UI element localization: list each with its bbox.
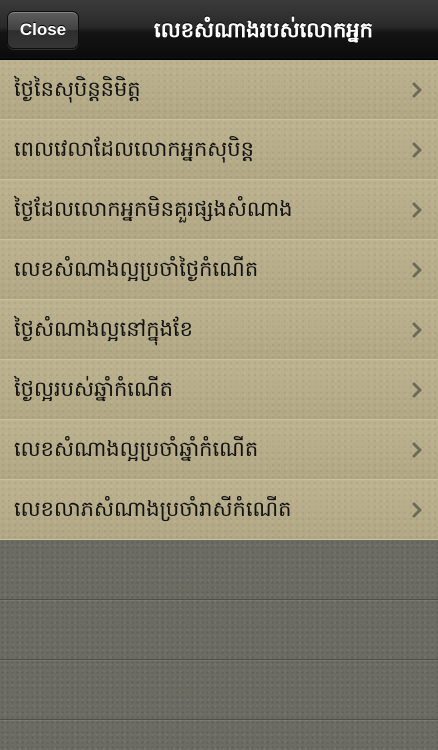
row-divider: [0, 659, 438, 660]
row-divider: [0, 719, 438, 720]
list-item-label: ថ្ងៃដែលលោកអ្នកមិនគួរផ្សងសំណាង: [14, 197, 293, 221]
row-divider: [0, 599, 438, 600]
list-item[interactable]: ពេលវេលាដែលលោកអ្នកសុបិន្ត: [0, 120, 438, 180]
chevron-right-icon: [412, 142, 422, 158]
list-item-label: ពេលវេលាដែលលោកអ្នកសុបិន្ត: [14, 137, 254, 161]
page-title: លេខសំណាងរបស់លោកអ្នក: [154, 18, 373, 42]
list-item-label: ថ្ងៃល្អរបស់ឆ្នាំកំណើត: [14, 377, 173, 401]
chevron-right-icon: [412, 262, 422, 278]
list-item-label: លេខលាភសំណាងប្រចាំរាសីកំណើត: [14, 497, 292, 521]
chevron-right-icon: [412, 202, 422, 218]
list-item-label: លេខសំណាងល្អប្រចាំថ្ងៃកំណើត: [14, 257, 259, 281]
close-button[interactable]: Close: [7, 11, 79, 49]
list-item[interactable]: ថ្ងៃល្អរបស់ឆ្នាំកំណើត: [0, 360, 438, 420]
menu-list: ថ្ងៃនៃសុបិន្តនិមិត្ត ពេលវេលាដែលលោកអ្នកសុ…: [0, 60, 438, 540]
navigation-bar: Close លេខសំណាងរបស់លោកអ្នក: [0, 0, 438, 60]
list-item-label: លេខសំណាងល្អប្រចាំឆ្នាំកំណើត: [14, 437, 259, 461]
chevron-right-icon: [412, 82, 422, 98]
chevron-right-icon: [412, 322, 422, 338]
list-item[interactable]: លេខលាភសំណាងប្រចាំរាសីកំណើត: [0, 480, 438, 540]
list-item[interactable]: ថ្ងៃនៃសុបិន្តនិមិត្ត: [0, 60, 438, 120]
list-item[interactable]: លេខសំណាងល្អប្រចាំថ្ងៃកំណើត: [0, 240, 438, 300]
empty-list-area: [0, 540, 438, 750]
list-item[interactable]: ថ្ងៃសំណាងល្អនៅក្នុងខែ: [0, 300, 438, 360]
chevron-right-icon: [412, 502, 422, 518]
list-item-label: ថ្ងៃសំណាងល្អនៅក្នុងខែ: [14, 317, 193, 341]
list-item[interactable]: លេខសំណាងល្អប្រចាំឆ្នាំកំណើត: [0, 420, 438, 480]
chevron-right-icon: [412, 382, 422, 398]
chevron-right-icon: [412, 442, 422, 458]
list-item-label: ថ្ងៃនៃសុបិន្តនិមិត្ត: [14, 77, 141, 101]
list-item[interactable]: ថ្ងៃដែលលោកអ្នកមិនគួរផ្សងសំណាង: [0, 180, 438, 240]
